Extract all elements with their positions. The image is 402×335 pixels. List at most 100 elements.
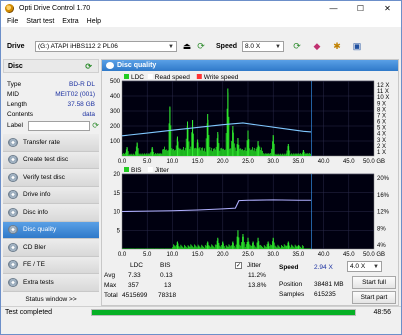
disc-icon <box>8 260 18 270</box>
refresh-disc-icon[interactable]: ⟳ <box>85 62 92 71</box>
y-right-tick-label: 4% <box>377 243 386 249</box>
nav-create-test-disc[interactable]: Create test disc <box>3 151 99 169</box>
position-label: Position <box>279 281 303 288</box>
nav-list: Transfer rate Create test disc Verify te… <box>3 134 99 292</box>
chevron-down-icon: ▼ <box>168 44 174 50</box>
nav-transfer-rate[interactable]: Transfer rate <box>3 134 99 152</box>
x-tick-label: 10.0 <box>167 252 179 257</box>
col-bis-header: BIS <box>160 262 171 269</box>
samples-value: 615235 <box>314 291 336 298</box>
disc-label-row: Label ⟳ <box>3 119 99 132</box>
window-title: Opti Drive Control 1.70 <box>19 5 91 12</box>
menu-extra[interactable]: Extra <box>62 18 78 25</box>
nav-cd-bler[interactable]: CD Bler <box>3 239 99 257</box>
disc-length-value: 37.58 GB <box>67 100 95 108</box>
drive-select[interactable]: (G:) ATAPI iHBS112 2 PL06 ▼ <box>35 41 177 52</box>
jitter-label: Jitter <box>247 262 262 269</box>
x-tick-label: 5.0 <box>143 252 152 257</box>
nav-label: CD Bler <box>23 243 46 251</box>
save-icon[interactable]: ▣ <box>350 41 364 53</box>
nav-verify-test-disc[interactable]: Verify test disc <box>3 169 99 187</box>
menu-help[interactable]: Help <box>87 18 101 25</box>
toolbar: Drive (G:) ATAPI iHBS112 2 PL06 ▼ ⏏ ⟳ Sp… <box>1 38 401 55</box>
y-right-tick-label: 8 X <box>377 107 386 113</box>
x-tick-label: 25.0 <box>242 159 254 164</box>
refresh-speed-icon[interactable]: ⟳ <box>290 41 304 53</box>
status-text: Test completed <box>5 308 53 316</box>
disc-length-key: Length <box>7 100 27 108</box>
samples-label: Samples <box>279 291 305 298</box>
minimize-button[interactable]: — <box>320 1 347 16</box>
menu-bar: File Start test Extra Help <box>1 16 401 27</box>
y-left-tick-label: 15 <box>113 191 120 197</box>
y-right-tick-label: 8% <box>377 226 386 232</box>
speed-select[interactable]: 8.0 X ▼ <box>242 41 284 52</box>
x-tick-label: 45.0 <box>343 252 355 257</box>
disc-icon <box>8 190 18 200</box>
disc-icon <box>8 137 18 147</box>
status-window-toggle[interactable]: Status window >> <box>3 294 99 304</box>
x-tick-label: 30.0 <box>267 159 279 164</box>
close-button[interactable]: ✕ <box>374 1 401 16</box>
nav-label: Verify test disc <box>23 173 65 181</box>
test-speed-select[interactable]: 4.0 X ▼ <box>347 261 382 272</box>
status-bar: Test completed 48:56 <box>1 306 401 317</box>
drive-label: Drive <box>7 43 25 50</box>
x-tick-label: 50.0 GB <box>363 252 385 257</box>
x-tick-label: 45.0 <box>343 159 355 164</box>
disc-type-row: Type BD-R DL <box>3 79 99 89</box>
legend-swatch <box>147 167 153 172</box>
disc-icon <box>106 62 114 69</box>
disc-label-input[interactable] <box>27 120 91 131</box>
legend-label: Read speed <box>155 74 190 81</box>
legend-swatch <box>124 167 129 172</box>
nav-drive-info[interactable]: Drive info <box>3 186 99 204</box>
jitter-avg: 11.2% <box>248 272 266 279</box>
start-part-button[interactable]: Start part <box>352 291 396 304</box>
y-right-tick-label: 2 X <box>377 144 386 150</box>
stats-area: LDC BIS Avg 7.33 0.13 Max 357 13 Total 4… <box>102 260 400 307</box>
chevron-down-icon: ▼ <box>373 264 379 270</box>
avg-label: Avg <box>104 272 116 279</box>
disc-contents-row: Contents data <box>3 109 99 119</box>
x-tick-label: 25.0 <box>242 252 254 257</box>
speed-stat-value: 2.94 X <box>314 264 333 271</box>
y-left-tick-label: 200 <box>110 124 121 130</box>
menu-start-test[interactable]: Start test <box>26 18 54 25</box>
nav-fe-te[interactable]: FE / TE <box>3 256 99 274</box>
col-ldc-header: LDC <box>130 262 144 269</box>
disc-icon <box>8 155 18 165</box>
test-speed-value: 4.0 X <box>350 263 366 270</box>
y-left-tick-label: 100 <box>110 139 121 145</box>
elapsed-time: 48:56 <box>373 308 391 316</box>
menu-file[interactable]: File <box>7 18 18 25</box>
disc-quality-panel: Disc quality LDC Read speed Write speed 0.0… <box>101 59 399 306</box>
nav-extra-tests[interactable]: Extra tests <box>3 274 99 292</box>
speed-label: Speed <box>216 43 238 50</box>
eject-icon[interactable]: ⏏ <box>180 41 194 53</box>
start-full-button[interactable]: Start full <box>352 276 396 289</box>
options-icon[interactable]: ✱ <box>330 41 344 53</box>
disc-mid-key: MID <box>7 90 19 98</box>
speed-select-value: 8.0 X <box>245 43 261 50</box>
drive-select-value: (G:) ATAPI iHBS112 2 PL06 <box>38 43 118 50</box>
max-bis: 13 <box>164 282 172 289</box>
y-right-tick-label: 12% <box>377 210 390 216</box>
y-left-tick-label: 5 <box>117 228 121 234</box>
apply-label-icon[interactable]: ⟳ <box>92 121 99 130</box>
nav-label: Extra tests <box>23 278 54 286</box>
x-tick-label: 35.0 <box>293 252 305 257</box>
refresh-icon[interactable]: ⟳ <box>194 41 208 53</box>
x-tick-label: 20.0 <box>217 159 229 164</box>
disc-length-row: Length 37.58 GB <box>3 99 99 109</box>
erase-icon[interactable]: ◆ <box>310 41 324 53</box>
jitter-checkbox[interactable]: ✓ <box>235 262 242 269</box>
maximize-button[interactable]: ☐ <box>347 1 374 16</box>
legend-label: Write speed <box>204 74 239 81</box>
nav-label: FE / TE <box>23 261 45 269</box>
nav-disc-quality[interactable]: Disc quality <box>3 221 99 239</box>
x-tick-label: 35.0 <box>293 159 305 164</box>
disc-panel-title: Disc <box>8 62 23 70</box>
nav-disc-info[interactable]: Disc info <box>3 204 99 222</box>
legend-label: BIS <box>131 167 142 174</box>
